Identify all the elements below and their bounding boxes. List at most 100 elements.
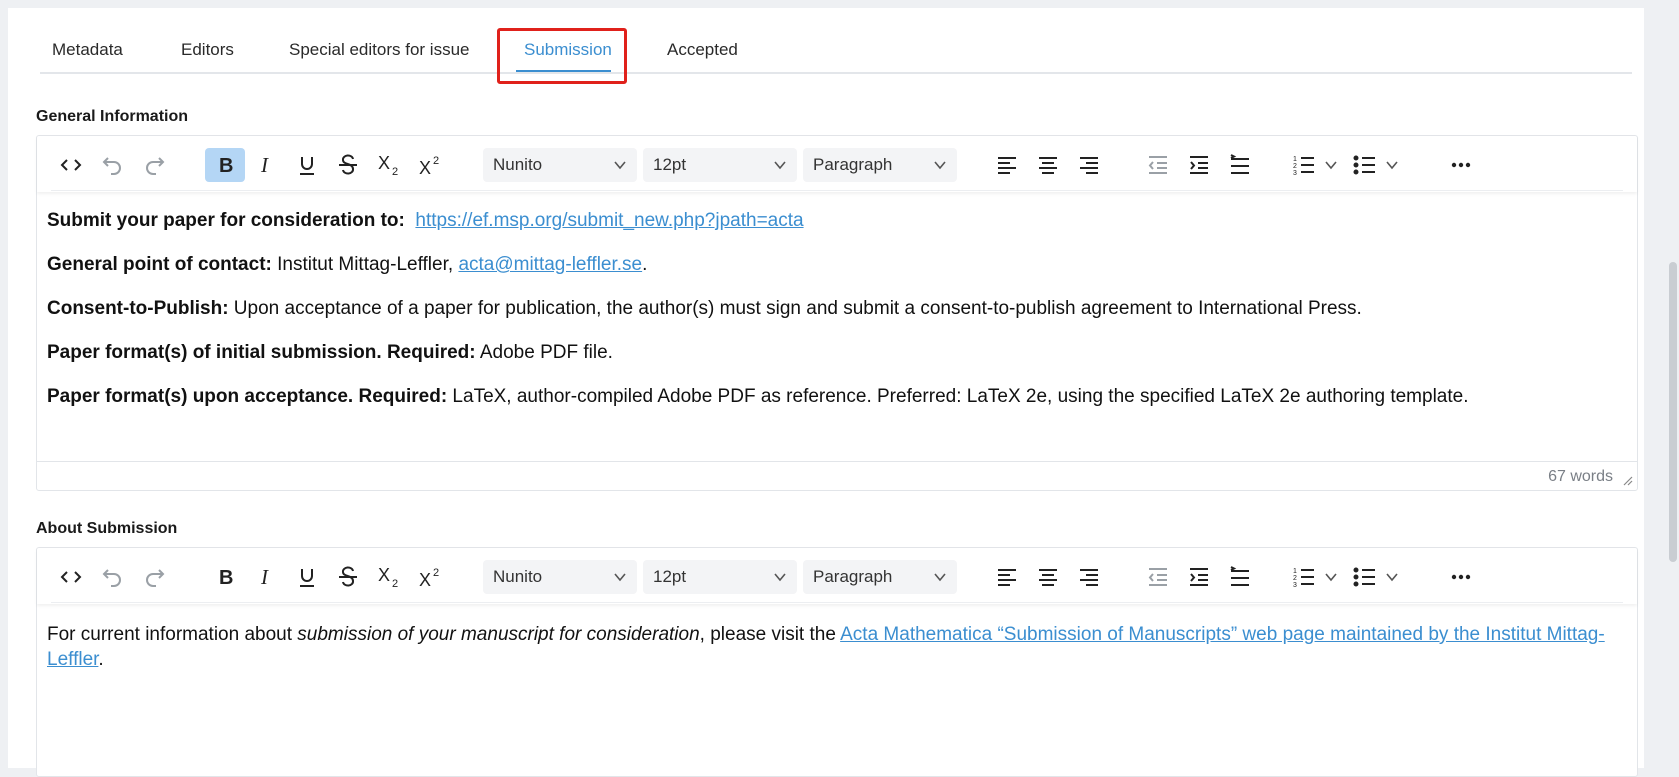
- superscript-icon[interactable]: X2: [410, 560, 450, 594]
- redo-icon[interactable]: [135, 560, 175, 594]
- bold-icon[interactable]: B: [205, 148, 245, 182]
- numbered-list-icon[interactable]: 123: [1289, 148, 1319, 182]
- line-height-icon[interactable]: [1220, 148, 1260, 182]
- svg-text:1: 1: [1293, 156, 1297, 163]
- line-height-icon[interactable]: [1220, 560, 1260, 594]
- font-size-select[interactable]: 12pt: [643, 560, 797, 594]
- align-right-icon[interactable]: [1069, 148, 1109, 182]
- block-format-value: Paragraph: [813, 155, 893, 174]
- submit-label: Submit your paper for consideration to:: [47, 210, 405, 231]
- tab-editors[interactable]: Editors: [181, 40, 234, 60]
- submission-url-link[interactable]: https://ef.msp.org/submit_new.php?jpath=…: [415, 210, 803, 231]
- chevron-down-icon: [1325, 161, 1337, 170]
- paragraph-contact: General point of contact: Institut Mitta…: [47, 252, 1623, 277]
- numbered-list-dropdown[interactable]: [1321, 560, 1341, 594]
- bullet-list-dropdown[interactable]: [1382, 148, 1402, 182]
- acceptance-format-text: LaTeX, author-compiled Adobe PDF as refe…: [447, 386, 1469, 407]
- underline-icon[interactable]: [287, 148, 327, 182]
- undo-icon[interactable]: [92, 560, 132, 594]
- superscript-icon[interactable]: X2: [410, 148, 450, 182]
- consent-label: Consent-to-Publish:: [47, 298, 229, 319]
- redo-icon[interactable]: [135, 148, 175, 182]
- about-text-start: For current information about: [47, 624, 298, 645]
- font-family-select[interactable]: Nunito: [483, 148, 637, 182]
- indent-icon[interactable]: [1179, 560, 1219, 594]
- outdent-icon[interactable]: [1138, 560, 1178, 594]
- strikethrough-icon[interactable]: [328, 560, 368, 594]
- underline-icon[interactable]: [287, 560, 327, 594]
- paragraph-about: For current information about submission…: [47, 622, 1623, 672]
- svg-text:X: X: [419, 570, 431, 589]
- paragraph-consent: Consent-to-Publish: Upon acceptance of a…: [47, 296, 1623, 321]
- source-code-icon[interactable]: [51, 148, 91, 182]
- align-left-icon[interactable]: [987, 148, 1027, 182]
- svg-text:B: B: [219, 155, 233, 177]
- editor-toolbar: B I X2 X2 Nunito 12pt Paragraph 123: [37, 136, 1637, 192]
- svg-text:I: I: [260, 565, 269, 589]
- bullet-list-dropdown[interactable]: [1382, 560, 1402, 594]
- tab-metadata[interactable]: Metadata: [52, 40, 123, 60]
- about-italic-text: submission of your manuscript for consid…: [297, 624, 700, 645]
- bullet-list-icon[interactable]: [1350, 560, 1380, 594]
- about-submission-content[interactable]: For current information about submission…: [47, 622, 1623, 691]
- chevron-down-icon: [614, 161, 626, 170]
- align-center-icon[interactable]: [1028, 560, 1068, 594]
- block-format-select[interactable]: Paragraph: [803, 560, 957, 594]
- about-submission-label: About Submission: [36, 520, 178, 537]
- toolbar-divider: [51, 602, 1623, 603]
- resize-handle-icon[interactable]: [1621, 474, 1633, 486]
- align-left-icon[interactable]: [987, 560, 1027, 594]
- bullet-list-icon[interactable]: [1350, 148, 1380, 182]
- undo-icon[interactable]: [92, 148, 132, 182]
- editor-toolbar: B I X2 X2 Nunito 12pt Paragraph 123: [37, 548, 1637, 604]
- block-format-select[interactable]: Paragraph: [803, 148, 957, 182]
- numbered-list-dropdown[interactable]: [1321, 148, 1341, 182]
- svg-text:X: X: [378, 153, 390, 173]
- tab-accepted[interactable]: Accepted: [667, 40, 738, 60]
- subscript-icon[interactable]: X2: [369, 560, 409, 594]
- acceptance-format-label: Paper format(s) upon acceptance. Require…: [47, 386, 448, 407]
- more-icon[interactable]: [1441, 560, 1481, 594]
- chevron-down-icon: [1386, 573, 1398, 582]
- general-information-content[interactable]: Submit your paper for consideration to: …: [47, 208, 1623, 428]
- about-submission-editor: B I X2 X2 Nunito 12pt Paragraph 123 For …: [36, 547, 1638, 777]
- italic-icon[interactable]: I: [246, 560, 286, 594]
- toolbar-divider: [51, 190, 1623, 191]
- svg-text:1: 1: [1293, 568, 1297, 575]
- scrollbar-thumb[interactable]: [1669, 262, 1677, 562]
- font-size-value: 12pt: [653, 567, 687, 586]
- tab-bar: Metadata Editors Special editors for iss…: [40, 28, 1632, 74]
- svg-text:2: 2: [433, 155, 439, 167]
- contact-email-link[interactable]: acta@mittag-leffler.se: [458, 254, 642, 275]
- highlight-box: [497, 28, 627, 84]
- font-family-value: Nunito: [493, 567, 543, 586]
- strikethrough-icon[interactable]: [328, 148, 368, 182]
- block-format-value: Paragraph: [813, 567, 893, 586]
- svg-text:2: 2: [392, 166, 398, 177]
- svg-text:3: 3: [1293, 170, 1297, 177]
- font-family-value: Nunito: [493, 155, 543, 174]
- bold-icon[interactable]: B: [205, 560, 245, 594]
- scrollbar-track[interactable]: [1667, 0, 1679, 761]
- source-code-icon[interactable]: [51, 560, 91, 594]
- about-text-middle: , please visit the: [699, 624, 841, 645]
- subscript-icon[interactable]: X2: [369, 148, 409, 182]
- align-right-icon[interactable]: [1069, 560, 1109, 594]
- more-icon[interactable]: [1441, 148, 1481, 182]
- general-information-label: General Information: [36, 108, 189, 125]
- paragraph-initial-format: Paper format(s) of initial submission. R…: [47, 340, 1623, 365]
- align-center-icon[interactable]: [1028, 148, 1068, 182]
- svg-text:X: X: [419, 158, 431, 177]
- svg-text:3: 3: [1293, 582, 1297, 589]
- contact-label: General point of contact:: [47, 254, 272, 275]
- font-size-select[interactable]: 12pt: [643, 148, 797, 182]
- tab-special-editors[interactable]: Special editors for issue: [289, 40, 469, 60]
- chevron-down-icon: [1386, 161, 1398, 170]
- svg-text:2: 2: [1293, 163, 1297, 170]
- italic-icon[interactable]: I: [246, 148, 286, 182]
- font-family-select[interactable]: Nunito: [483, 560, 637, 594]
- numbered-list-icon[interactable]: 123: [1289, 560, 1319, 594]
- indent-icon[interactable]: [1179, 148, 1219, 182]
- svg-text:2: 2: [433, 567, 439, 579]
- outdent-icon[interactable]: [1138, 148, 1178, 182]
